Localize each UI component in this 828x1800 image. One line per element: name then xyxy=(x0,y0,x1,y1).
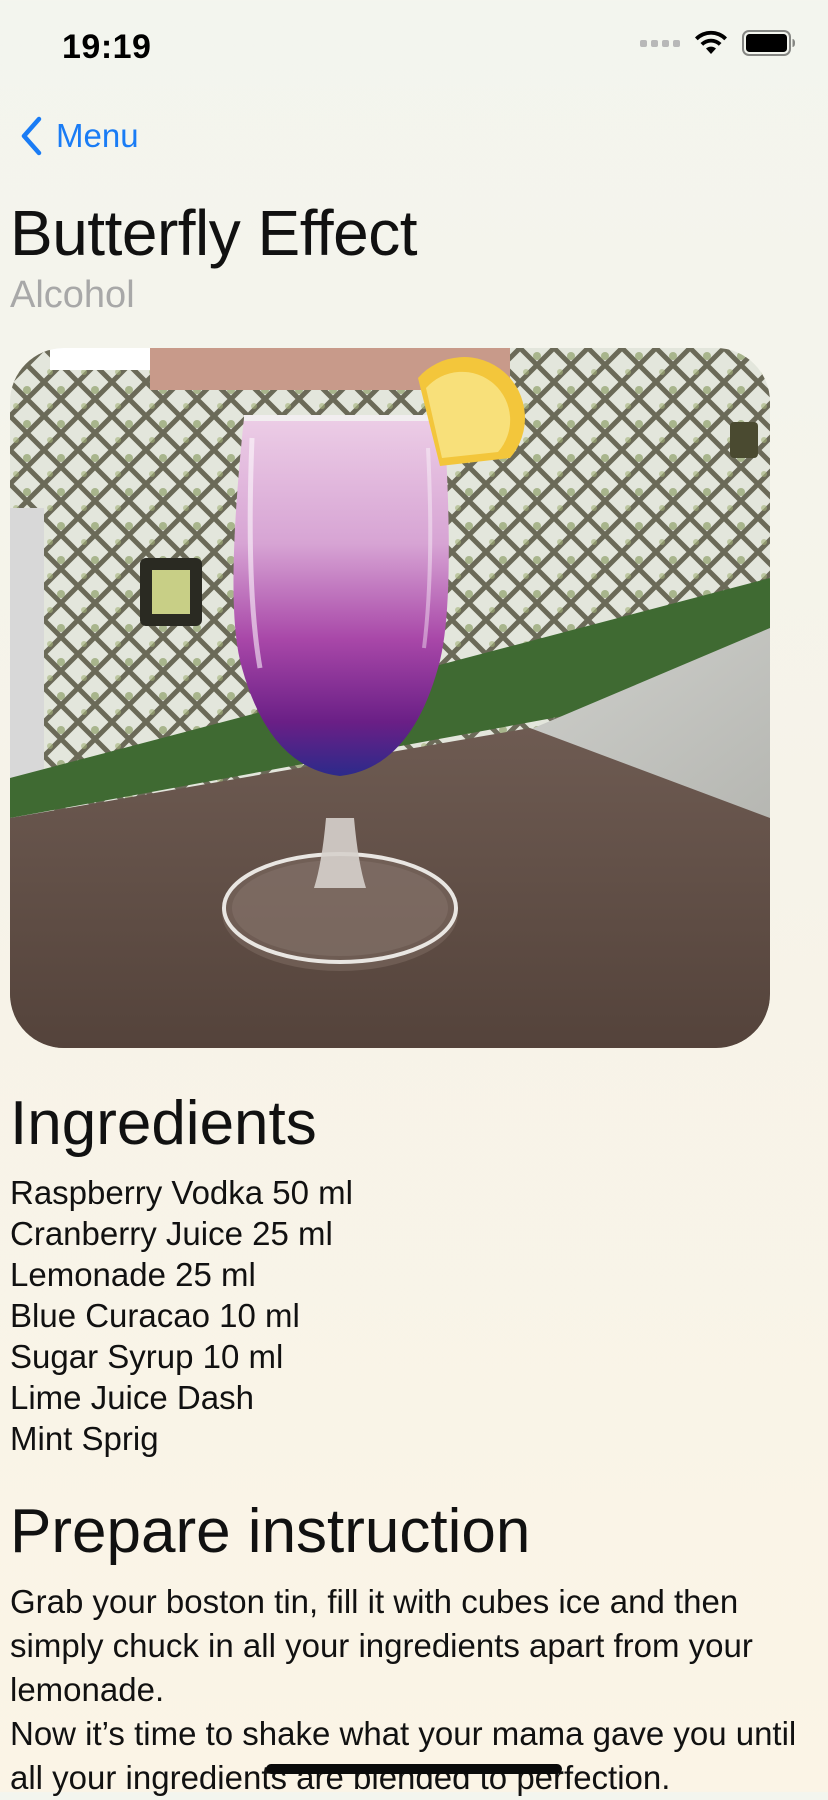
list-item: Lemonade 25 ml xyxy=(10,1256,256,1293)
list-item: Sugar Syrup 10 ml xyxy=(10,1338,284,1375)
ingredients-heading: Ingredients xyxy=(10,1089,317,1158)
prepare-heading: Prepare instruction xyxy=(10,1497,531,1566)
status-icons xyxy=(640,30,796,56)
instruction-paragraph: Now it’s time to shake what your mama ga… xyxy=(10,1715,797,1796)
back-button[interactable]: Menu xyxy=(20,116,139,156)
drink-title: Butterfly Effect xyxy=(10,197,418,269)
status-time: 19:19 xyxy=(62,28,152,66)
navigation-bar: Menu xyxy=(0,112,828,172)
list-item: Mint Sprig xyxy=(10,1420,159,1457)
instruction-paragraph: Grab your boston tin, fill it with cubes… xyxy=(10,1583,753,1708)
cellular-signal-icon xyxy=(640,39,680,47)
list-item: Cranberry Juice 25 ml xyxy=(10,1215,333,1252)
list-item: Blue Curacao 10 ml xyxy=(10,1297,300,1334)
list-item: Raspberry Vodka 50 ml xyxy=(10,1174,354,1211)
drink-photo xyxy=(10,348,770,1048)
home-indicator xyxy=(266,1764,562,1774)
battery-icon xyxy=(742,30,795,56)
list-item: Lime Juice Dash xyxy=(10,1379,254,1416)
status-bar: 19:19 xyxy=(0,0,828,100)
chevron-left-icon xyxy=(21,116,42,156)
back-button-label: Menu xyxy=(56,117,139,154)
wifi-icon xyxy=(695,30,727,54)
drink-category: Alcohol xyxy=(10,274,135,316)
ingredients-list: Raspberry Vodka 50 ml Cranberry Juice 25… xyxy=(10,1172,353,1459)
